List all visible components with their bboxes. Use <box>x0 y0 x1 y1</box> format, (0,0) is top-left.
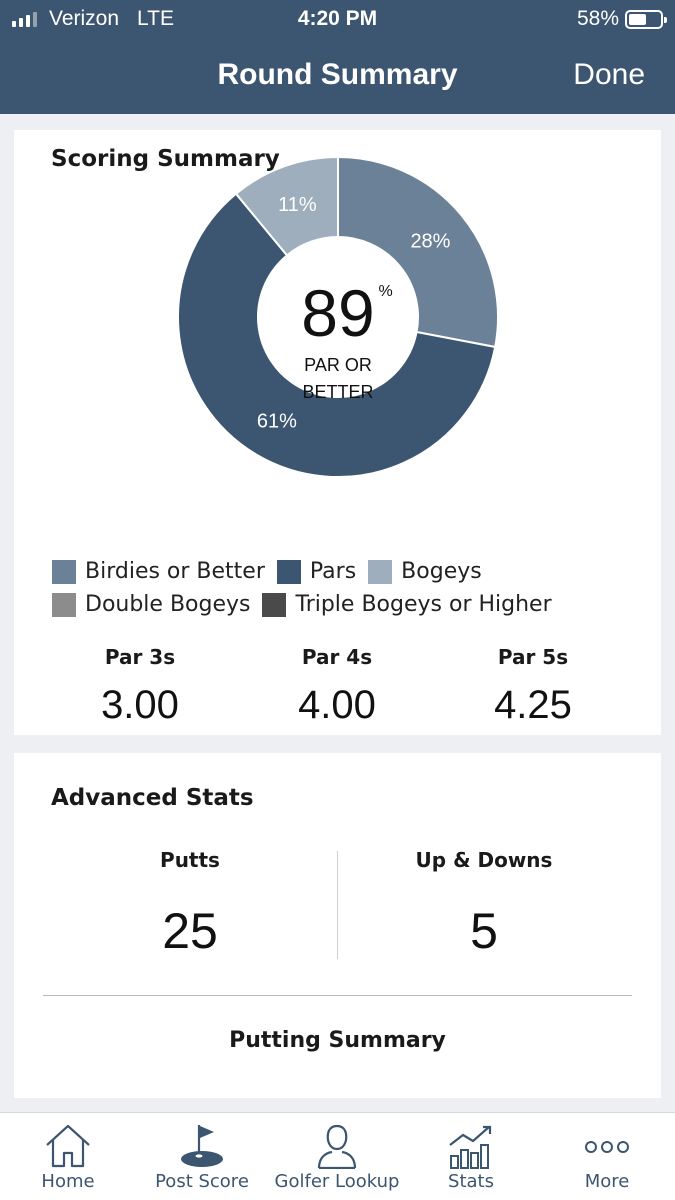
advanced-stats-card: Advanced Stats Putts 25 Up & Downs 5 Put… <box>14 753 661 1098</box>
up-downs-label: Up & Downs <box>415 848 553 872</box>
person-icon <box>317 1124 357 1169</box>
legend-swatch <box>276 559 301 584</box>
donut-center: 89% PAR OR BETTER <box>258 280 418 406</box>
tab-golfer-lookup-label: Golfer Lookup <box>274 1171 400 1192</box>
par3-average: Par 3s 3.00 <box>40 645 240 728</box>
slice-label: 28% <box>410 231 450 253</box>
legend-swatch <box>368 559 393 584</box>
par5-label: Par 5s <box>497 645 569 669</box>
battery-icon <box>625 9 667 29</box>
tab-stats-label: Stats <box>448 1171 494 1192</box>
par-or-better-label: PAR OR BETTER <box>302 355 374 402</box>
legend-item-double-bogeys: Double Bogeys <box>52 592 250 617</box>
up-downs-value: 5 <box>470 903 498 959</box>
section-divider <box>43 995 632 996</box>
legend-swatch <box>52 592 76 617</box>
putts-label: Putts <box>160 848 220 872</box>
slice-label: 61% <box>257 410 297 432</box>
scoring-summary-card: Scoring Summary 28% 61% 11% 89% PAR OR BET… <box>14 130 661 735</box>
par4-label: Par 4s <box>301 645 373 669</box>
tab-more[interactable]: More <box>557 1113 657 1200</box>
header: Verizon LTE 4:20 PM 58% Round Summary Do… <box>0 0 675 114</box>
tab-stats[interactable]: Stats <box>421 1113 521 1200</box>
legend-item-bogeys: Bogeys <box>368 559 482 584</box>
done-button[interactable]: Done <box>573 58 645 92</box>
putts-stat: Putts 25 <box>45 848 335 960</box>
par4-average: Par 4s 4.00 <box>237 645 437 728</box>
chart-legend: Birdies or Better Pars Bogeys Double Bog… <box>52 555 652 621</box>
par5-value: 4.25 <box>494 683 572 727</box>
tab-bar: Home Post Score Golfer Lookup Stats More <box>0 1112 675 1200</box>
tab-post-score[interactable]: Post Score <box>146 1113 258 1200</box>
battery-percent: 58% <box>576 7 619 30</box>
par5-average: Par 5s 4.25 <box>433 645 633 728</box>
par3-label: Par 3s <box>104 645 176 669</box>
stats-divider <box>337 851 338 959</box>
tab-more-label: More <box>584 1171 630 1192</box>
slice-label: 11% <box>278 194 317 216</box>
percent-sign: % <box>378 283 393 300</box>
putts-value: 25 <box>162 903 218 959</box>
legend-item-pars: Pars <box>276 559 356 584</box>
home-icon <box>46 1124 90 1168</box>
stats-icon <box>449 1125 492 1169</box>
tab-golfer-lookup[interactable]: Golfer Lookup <box>272 1113 402 1200</box>
legend-swatch <box>52 559 76 584</box>
tab-home-label: Home <box>41 1171 95 1192</box>
par3-value: 3.00 <box>101 683 179 727</box>
tab-post-score-label: Post Score <box>155 1171 249 1192</box>
par4-value: 4.00 <box>298 683 376 727</box>
status-right: 58% <box>576 7 667 31</box>
legend-item-birdies: Birdies or Better <box>52 559 265 584</box>
flag-icon <box>181 1125 223 1167</box>
tab-home[interactable]: Home <box>18 1113 118 1200</box>
advanced-stats-title: Advanced Stats <box>51 785 254 811</box>
par-or-better-value: 89% <box>301 276 393 350</box>
putting-summary-link[interactable]: Putting Summary <box>14 1028 661 1053</box>
up-downs-stat: Up & Downs 5 <box>339 848 629 960</box>
more-icon <box>585 1141 629 1153</box>
legend-swatch <box>262 592 287 617</box>
legend-item-triple-bogeys: Triple Bogeys or Higher <box>262 592 552 617</box>
status-bar: Verizon LTE 4:20 PM 58% <box>0 0 675 40</box>
status-time: 4:20 PM <box>297 7 378 30</box>
